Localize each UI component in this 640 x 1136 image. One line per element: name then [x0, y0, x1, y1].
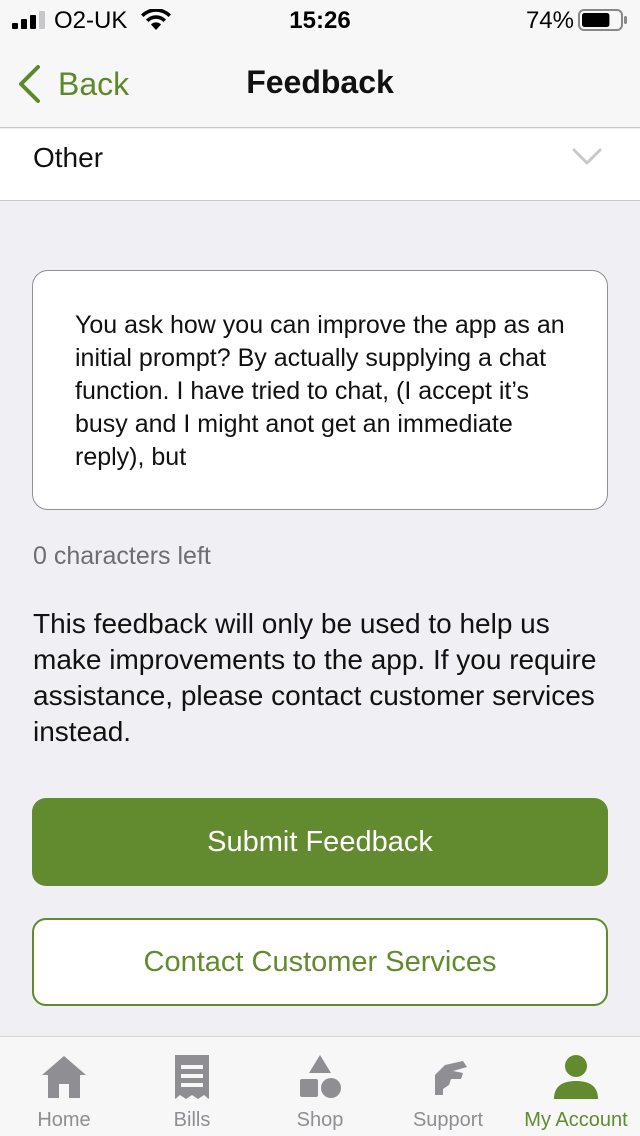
tab-home[interactable]: Home: [0, 1037, 128, 1136]
feedback-textarea[interactable]: You ask how you can improve the app as a…: [32, 270, 608, 510]
tab-bills[interactable]: Bills: [128, 1037, 256, 1136]
selected-category: Other: [33, 142, 104, 173]
account-icon: [554, 1055, 598, 1099]
tab-label: Bills: [173, 1109, 211, 1131]
tab-shop[interactable]: Shop: [256, 1037, 384, 1136]
bills-icon: [175, 1055, 209, 1099]
support-icon: [435, 1061, 467, 1095]
contact-customer-services-button[interactable]: Contact Customer Services: [32, 918, 608, 1006]
submit-feedback-button[interactable]: Submit Feedback: [32, 798, 608, 886]
battery-icon: [578, 9, 627, 31]
chevron-down-icon: [572, 148, 602, 165]
tab-label: Shop: [296, 1109, 344, 1131]
character-counter: 0 characters left: [33, 542, 211, 570]
shop-icon: [300, 1055, 341, 1098]
page-title: Feedback: [246, 64, 394, 100]
feedback-notice: This feedback will only be used to help …: [33, 608, 597, 747]
home-icon: [42, 1056, 86, 1098]
tab-bar: Home Bills Shop Support My Account: [0, 1036, 640, 1136]
navigation-bar: Back Feedback: [0, 40, 640, 128]
feedback-text: You ask how you can improve the app as a…: [75, 311, 565, 471]
battery-percentage: 74%: [525, 7, 574, 34]
tab-my-account[interactable]: My Account: [512, 1037, 640, 1136]
tab-label: Home: [37, 1109, 91, 1131]
status-bar: O2-UK 15:26 74%: [0, 0, 640, 40]
tab-support[interactable]: Support: [384, 1037, 512, 1136]
tab-label: Support: [412, 1109, 484, 1131]
feedback-category-select[interactable]: Other: [0, 129, 640, 201]
tab-label: My Account: [524, 1109, 628, 1131]
